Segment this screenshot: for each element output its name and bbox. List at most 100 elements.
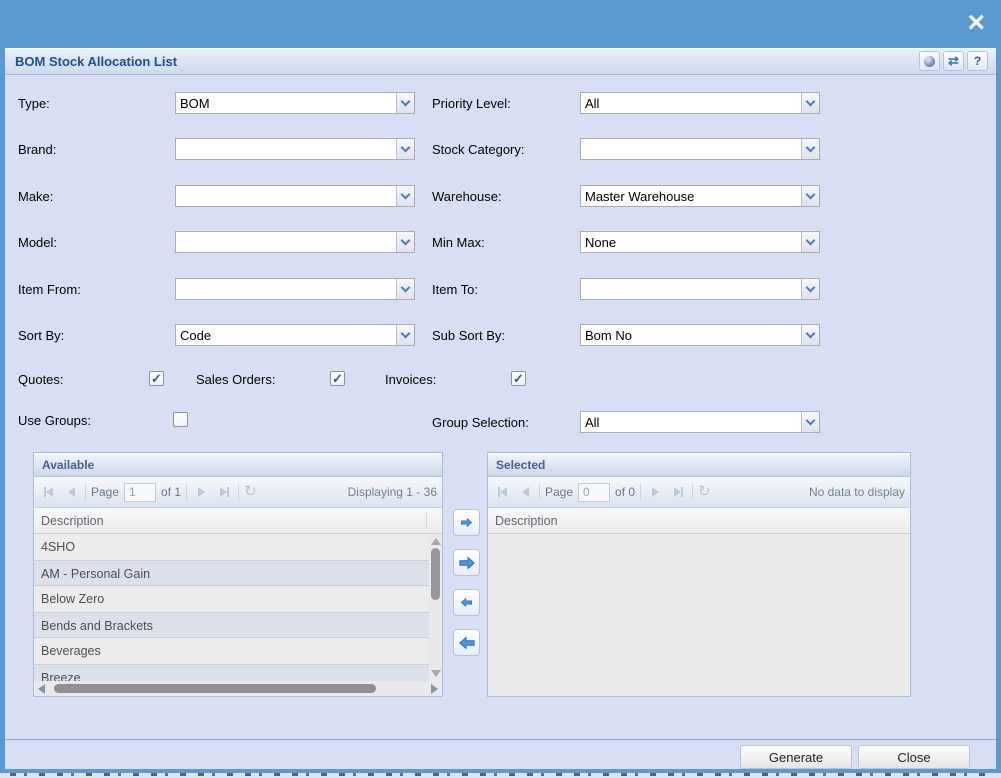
move-right-button[interactable] xyxy=(453,509,480,536)
chevron-down-icon[interactable] xyxy=(396,325,414,345)
brand-combobox[interactable] xyxy=(175,138,415,160)
window-titlebar: × xyxy=(0,0,1001,48)
next-page-button[interactable] xyxy=(646,483,664,501)
scroll-left-icon xyxy=(38,684,45,694)
settings-icon xyxy=(924,56,935,67)
help-icon: ? xyxy=(974,54,981,68)
stock-category-label: Stock Category: xyxy=(432,142,525,157)
list-item[interactable]: Bends and Brackets xyxy=(34,612,429,638)
chevron-down-icon[interactable] xyxy=(801,93,819,113)
list-item[interactable]: Below Zero xyxy=(34,586,429,612)
last-page-button[interactable] xyxy=(669,483,687,501)
group-selection-combobox[interactable] xyxy=(580,411,820,433)
first-page-button[interactable] xyxy=(39,483,57,501)
item-from-label: Item From: xyxy=(18,282,81,297)
brand-input[interactable] xyxy=(176,139,396,159)
chevron-down-icon[interactable] xyxy=(396,186,414,206)
sort-by-combobox[interactable] xyxy=(175,324,415,346)
prev-page-button[interactable] xyxy=(516,483,534,501)
make-input[interactable] xyxy=(176,186,396,206)
list-item[interactable]: Beverages xyxy=(34,638,429,664)
sub-sort-by-combobox[interactable] xyxy=(580,324,820,346)
sales-orders-label: Sales Orders: xyxy=(196,372,275,387)
warehouse-input[interactable] xyxy=(581,186,801,206)
quotes-label: Quotes: xyxy=(18,372,64,387)
make-label: Make: xyxy=(18,189,53,204)
dialog-header: BOM Stock Allocation List ⇄ ? xyxy=(5,48,996,75)
vertical-scrollbar[interactable] xyxy=(429,534,442,681)
sales-orders-checkbox[interactable]: ✓ xyxy=(330,371,345,386)
horizontal-scroll-thumb[interactable] xyxy=(54,684,376,693)
item-from-input[interactable] xyxy=(176,279,396,299)
generate-button[interactable]: Generate xyxy=(740,745,852,769)
description-column-header[interactable]: Description xyxy=(34,508,442,534)
help-button[interactable]: ? xyxy=(967,51,988,71)
chevron-down-icon[interactable] xyxy=(396,279,414,299)
selected-panel: Selected Page of 0 ↻ No data to display xyxy=(487,452,911,697)
min-max-combobox[interactable] xyxy=(580,231,820,253)
item-to-label: Item To: xyxy=(432,282,478,297)
move-left-button[interactable] xyxy=(453,589,480,616)
page-input[interactable] xyxy=(578,483,610,502)
use-groups-label: Use Groups: xyxy=(18,413,91,428)
scroll-right-icon xyxy=(431,684,438,694)
chevron-down-icon[interactable] xyxy=(801,139,819,159)
model-combobox[interactable] xyxy=(175,231,415,253)
sub-sort-by-input[interactable] xyxy=(581,325,801,345)
priority-level-input[interactable] xyxy=(581,93,801,113)
scroll-down-icon xyxy=(431,670,441,677)
invoices-checkbox[interactable]: ✓ xyxy=(511,371,526,386)
move-all-right-button[interactable] xyxy=(453,549,480,576)
available-grid-body: 4SHO AM - Personal Gain Below Zero Bends… xyxy=(34,534,442,681)
item-from-combobox[interactable] xyxy=(175,278,415,300)
settings-button[interactable] xyxy=(919,51,940,71)
priority-level-combobox[interactable] xyxy=(580,92,820,114)
page-input[interactable] xyxy=(124,483,156,502)
group-selection-input[interactable] xyxy=(581,412,801,432)
description-column-header[interactable]: Description xyxy=(488,508,910,534)
make-combobox[interactable] xyxy=(175,185,415,207)
window-close-icon[interactable]: × xyxy=(967,6,985,40)
list-item[interactable]: Breeze xyxy=(34,664,429,681)
chevron-down-icon[interactable] xyxy=(396,232,414,252)
min-max-input[interactable] xyxy=(581,232,801,252)
stock-category-input[interactable] xyxy=(581,139,801,159)
chevron-down-icon[interactable] xyxy=(801,325,819,345)
item-to-input[interactable] xyxy=(581,279,801,299)
use-groups-checkbox[interactable] xyxy=(173,412,188,427)
type-input[interactable] xyxy=(176,93,396,113)
model-input[interactable] xyxy=(176,232,396,252)
next-page-button[interactable] xyxy=(192,483,210,501)
scroll-up-icon xyxy=(431,538,441,545)
dialog-body: Type: Priority Level: Brand: Stock Categ… xyxy=(5,75,996,739)
refresh-button[interactable]: ⇄ xyxy=(943,51,964,71)
min-max-label: Min Max: xyxy=(432,235,485,250)
list-item[interactable]: 4SHO xyxy=(34,534,429,560)
sort-by-label: Sort By: xyxy=(18,328,64,343)
chevron-down-icon[interactable] xyxy=(801,232,819,252)
first-page-button[interactable] xyxy=(493,483,511,501)
move-all-left-button[interactable] xyxy=(453,629,480,656)
sub-sort-by-label: Sub Sort By: xyxy=(432,328,505,343)
horizontal-scrollbar[interactable] xyxy=(34,681,442,696)
close-button[interactable]: Close xyxy=(858,745,970,769)
sort-by-input[interactable] xyxy=(176,325,396,345)
group-selection-label: Group Selection: xyxy=(432,415,529,430)
chevron-down-icon[interactable] xyxy=(801,186,819,206)
chevron-down-icon[interactable] xyxy=(801,412,819,432)
prev-page-button[interactable] xyxy=(62,483,80,501)
grid-refresh-icon[interactable]: ↻ xyxy=(698,485,711,499)
quotes-checkbox[interactable]: ✓ xyxy=(149,371,164,386)
item-to-combobox[interactable] xyxy=(580,278,820,300)
chevron-down-icon[interactable] xyxy=(396,93,414,113)
chevron-down-icon[interactable] xyxy=(396,139,414,159)
invoices-label: Invoices: xyxy=(385,372,436,387)
vertical-scroll-thumb[interactable] xyxy=(431,548,440,600)
stock-category-combobox[interactable] xyxy=(580,138,820,160)
warehouse-combobox[interactable] xyxy=(580,185,820,207)
grid-refresh-icon[interactable]: ↻ xyxy=(244,485,257,499)
chevron-down-icon[interactable] xyxy=(801,279,819,299)
list-item[interactable]: AM - Personal Gain xyxy=(34,560,429,586)
type-combobox[interactable] xyxy=(175,92,415,114)
last-page-button[interactable] xyxy=(215,483,233,501)
